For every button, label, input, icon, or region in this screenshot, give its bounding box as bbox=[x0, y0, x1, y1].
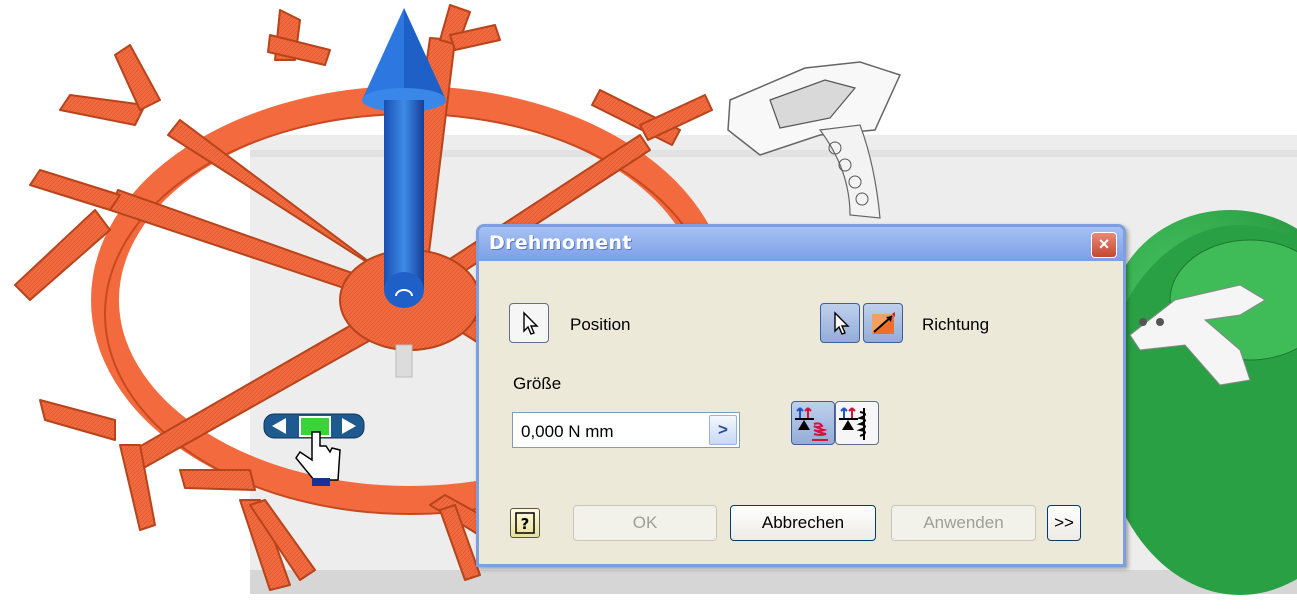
help-button[interactable]: ? bbox=[510, 508, 540, 538]
dialog-titlebar[interactable]: Drehmoment × bbox=[479, 227, 1123, 261]
torque-mode-coil-button[interactable] bbox=[835, 401, 879, 445]
ok-button[interactable]: OK bbox=[573, 505, 717, 541]
torque-coil-icon bbox=[839, 407, 866, 440]
position-label: Position bbox=[570, 315, 631, 334]
dialog-title: Drehmoment bbox=[489, 232, 632, 254]
magnitude-value: 0,000 N mm bbox=[521, 422, 614, 441]
flip-direction-icon bbox=[872, 312, 895, 334]
more-button[interactable]: >> bbox=[1047, 505, 1081, 541]
flip-direction-button[interactable] bbox=[863, 303, 903, 343]
torque-spring-icon bbox=[795, 407, 828, 441]
close-button[interactable]: × bbox=[1091, 232, 1117, 258]
apply-button[interactable]: Anwenden bbox=[891, 505, 1036, 541]
cursor-arrow-icon bbox=[834, 311, 850, 335]
magnitude-input[interactable]: 0,000 N mm > bbox=[512, 412, 740, 448]
magnitude-arrow-button[interactable]: > bbox=[709, 415, 737, 445]
richtung-label: Richtung bbox=[922, 315, 990, 334]
torque-dialog: Drehmoment × Position Richtung Größe 0,0… bbox=[476, 224, 1126, 567]
cancel-button[interactable]: Abbrechen bbox=[730, 505, 876, 541]
dialog-body: Position Richtung Größe 0,000 N mm > ? O… bbox=[489, 267, 1113, 557]
groesse-label: Größe bbox=[513, 374, 562, 393]
help-question-icon: ? bbox=[515, 512, 535, 534]
cursor-arrow-icon bbox=[523, 311, 539, 335]
position-select-button[interactable] bbox=[509, 303, 549, 343]
svg-text:?: ? bbox=[521, 515, 530, 533]
direction-select-button[interactable] bbox=[820, 303, 860, 343]
torque-mode-spring-button[interactable] bbox=[791, 401, 835, 445]
